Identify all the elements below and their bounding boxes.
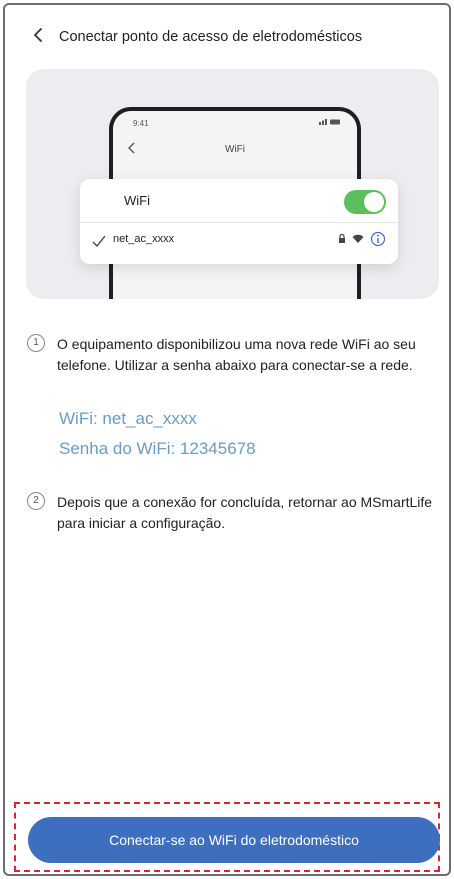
header: Conectar ponto de acesso de eletrodomést… — [5, 5, 449, 67]
illustration: 9:41 WiFi WiFi net_ac_xxxx — [26, 69, 439, 299]
signal-battery-icon — [319, 119, 340, 125]
info-icon — [370, 231, 386, 247]
connect-wifi-button[interactable]: Conectar-se ao WiFi do eletrodoméstico — [28, 817, 440, 863]
network-name: net_ac_xxxx — [113, 233, 175, 245]
phone-time: 9:41 — [133, 119, 149, 128]
page-title: Conectar ponto de acesso de eletrodomést… — [59, 29, 363, 45]
checkmark-icon — [92, 235, 106, 247]
back-button[interactable] — [27, 23, 49, 47]
step-text: Depois que a conexão for concluída, reto… — [57, 494, 433, 531]
wifi-name-credential: WiFi: net_ac_xxxx — [59, 409, 197, 428]
toggle-knob — [364, 192, 384, 212]
screen-frame: Conectar ponto de acesso de eletrodomést… — [3, 3, 451, 876]
step-number: 1 — [27, 334, 45, 352]
phone-screen-title: WiFi — [225, 144, 245, 155]
wifi-toggle — [344, 190, 386, 214]
wifi-label: WiFi — [124, 193, 150, 208]
wifi-signal-icon — [352, 234, 364, 243]
network-icons — [338, 231, 386, 247]
wifi-settings-card: WiFi net_ac_xxxx — [80, 179, 398, 264]
wifi-password-credential: Senha do WiFi: 12345678 — [59, 439, 256, 458]
wifi-toggle-row: WiFi — [80, 179, 398, 223]
lock-icon — [339, 234, 345, 243]
step-text: O equipamento disponibilizou uma nova re… — [57, 336, 416, 373]
chevron-left-icon — [34, 28, 42, 42]
step-number: 2 — [27, 492, 45, 510]
